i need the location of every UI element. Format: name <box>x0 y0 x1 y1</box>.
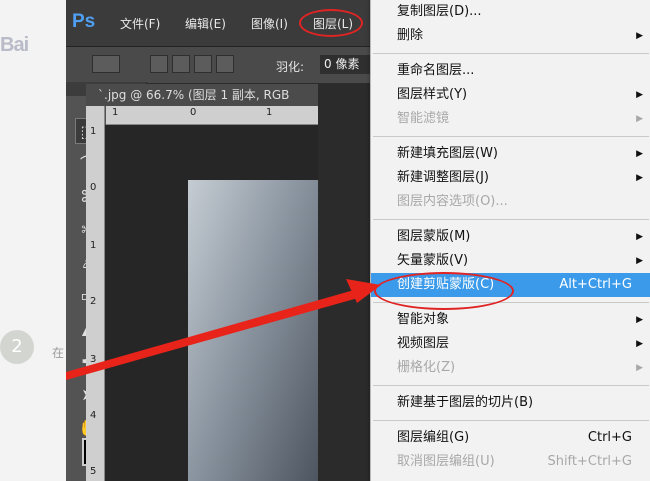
menu-item-label: 图层样式(Y) <box>397 87 468 102</box>
ruler-label: 3 <box>90 354 97 365</box>
menu-edit[interactable]: 编辑(E) <box>185 15 226 32</box>
menu-item-shortcut: Alt+Ctrl+G <box>559 277 632 292</box>
menu-item-12[interactable]: 矢量蒙版(V) ▶ <box>371 249 650 273</box>
feather-label: 羽化: <box>276 60 305 74</box>
submenu-arrow-icon: ▶ <box>636 149 643 159</box>
menu-item-label: 新建基于图层的切片(B) <box>397 395 534 410</box>
add-to-selection-button[interactable] <box>172 55 190 73</box>
menu-item-shortcut: Ctrl+G <box>587 430 632 445</box>
menu-item-label: 图层内容选项(O)... <box>397 194 508 209</box>
new-selection-button[interactable] <box>150 55 168 73</box>
subtract-selection-button[interactable] <box>194 55 212 73</box>
submenu-arrow-icon: ▶ <box>636 363 643 373</box>
vertical-ruler: 1 0 1 2 3 4 5 <box>86 106 105 481</box>
menu-item-shortcut: Shift+Ctrl+G <box>547 454 632 469</box>
options-bar: 羽化: 0 像素 <box>66 46 384 83</box>
menu-item-1[interactable]: 删除 ▶ <box>371 24 650 48</box>
menu-item-label: 图层蒙版(M) <box>397 229 471 244</box>
menu-item-label: 智能对象 <box>397 312 450 327</box>
menu-item-9[interactable]: 图层内容选项(O)... <box>371 190 650 214</box>
menu-item-label: 取消图层编组(U) <box>397 454 495 469</box>
menu-bar: Ps 文件(F) 编辑(E) 图像(I) 图层(L) <box>66 0 384 46</box>
menu-item-label: 新建调整图层(J) <box>397 170 489 185</box>
menu-separator <box>373 385 649 386</box>
menu-item-5[interactable]: 智能滤镜 ▶ <box>371 107 650 131</box>
menu-item-21[interactable]: 图层编组(G) Ctrl+G <box>371 426 650 450</box>
menu-item-22[interactable]: 取消图层编组(U) Shift+Ctrl+G <box>371 450 650 474</box>
ruler-label: 0 <box>90 182 97 193</box>
menu-item-label: 图层编组(G) <box>397 430 470 445</box>
menu-item-label: 视频图层 <box>397 336 450 351</box>
ruler-label: 1 <box>266 107 273 118</box>
ruler-label: 1 <box>90 126 97 137</box>
menu-item-16[interactable]: 视频图层 ▶ <box>371 332 650 356</box>
submenu-arrow-icon: ▶ <box>636 256 643 266</box>
submenu-arrow-icon: ▶ <box>636 339 643 349</box>
menu-item-label: 删除 <box>397 28 424 43</box>
background-page-area <box>0 0 66 481</box>
ruler-label: 1 <box>112 107 119 118</box>
ruler-label: 5 <box>90 466 97 477</box>
document-tab[interactable]: `.jpg @ 66.7% (图层 1 副本, RGB <box>86 84 318 106</box>
menu-item-17[interactable]: 栅格化(Z) ▶ <box>371 356 650 380</box>
submenu-arrow-icon: ▶ <box>636 31 643 41</box>
menu-item-4[interactable]: 图层样式(Y) ▶ <box>371 83 650 107</box>
menu-item-3[interactable]: 重命名图层... <box>371 59 650 83</box>
menu-separator <box>373 136 649 137</box>
menu-separator <box>373 420 649 421</box>
photoshop-logo: Ps <box>72 11 96 32</box>
menu-item-label: 矢量蒙版(V) <box>397 253 469 268</box>
menu-item-8[interactable]: 新建调整图层(J) ▶ <box>371 166 650 190</box>
submenu-arrow-icon: ▶ <box>636 315 643 325</box>
menu-item-label: 新建填充图层(W) <box>397 146 498 161</box>
submenu-arrow-icon: ▶ <box>636 114 643 124</box>
step-text: 在 <box>52 346 65 360</box>
annotation-circle-clipping-mask <box>374 272 514 310</box>
layer-dropdown-menu: 复制图层(D)... 删除 ▶ 重命名图层... 图层样式(Y) ▶ 智能滤镜 ▶ 新建填充图层… <box>370 0 650 481</box>
ruler-label: 0 <box>190 107 197 118</box>
menu-item-0[interactable]: 复制图层(D)... <box>371 0 650 24</box>
tool-preset-picker[interactable] <box>92 55 120 73</box>
menu-item-7[interactable]: 新建填充图层(W) ▶ <box>371 142 650 166</box>
menu-separator <box>373 53 649 54</box>
menu-item-label: 复制图层(D)... <box>397 4 482 19</box>
step-number-badge: 2 <box>0 330 34 364</box>
ruler-label: 1 <box>90 240 97 251</box>
submenu-arrow-icon: ▶ <box>636 173 643 183</box>
menu-item-label: 栅格化(Z) <box>397 360 456 375</box>
submenu-arrow-icon: ▶ <box>636 232 643 242</box>
ruler-label: 4 <box>90 410 97 421</box>
annotation-circle-layer-menu <box>299 9 363 37</box>
menu-separator <box>373 219 649 220</box>
menu-file[interactable]: 文件(F) <box>120 15 160 32</box>
horizontal-ruler: 1 0 1 <box>106 106 318 125</box>
ruler-label: 2 <box>90 296 97 307</box>
baidu-logo: Bai <box>0 34 29 56</box>
menu-item-11[interactable]: 图层蒙版(M) ▶ <box>371 225 650 249</box>
submenu-arrow-icon: ▶ <box>636 90 643 100</box>
menu-item-15[interactable]: 智能对象 ▶ <box>371 308 650 332</box>
menu-image[interactable]: 图像(I) <box>251 15 288 32</box>
canvas-image[interactable] <box>188 180 318 481</box>
intersect-selection-button[interactable] <box>216 55 234 73</box>
menu-item-19[interactable]: 新建基于图层的切片(B) <box>371 391 650 415</box>
menu-item-label: 智能滤镜 <box>397 111 450 126</box>
menu-item-label: 重命名图层... <box>397 63 475 78</box>
